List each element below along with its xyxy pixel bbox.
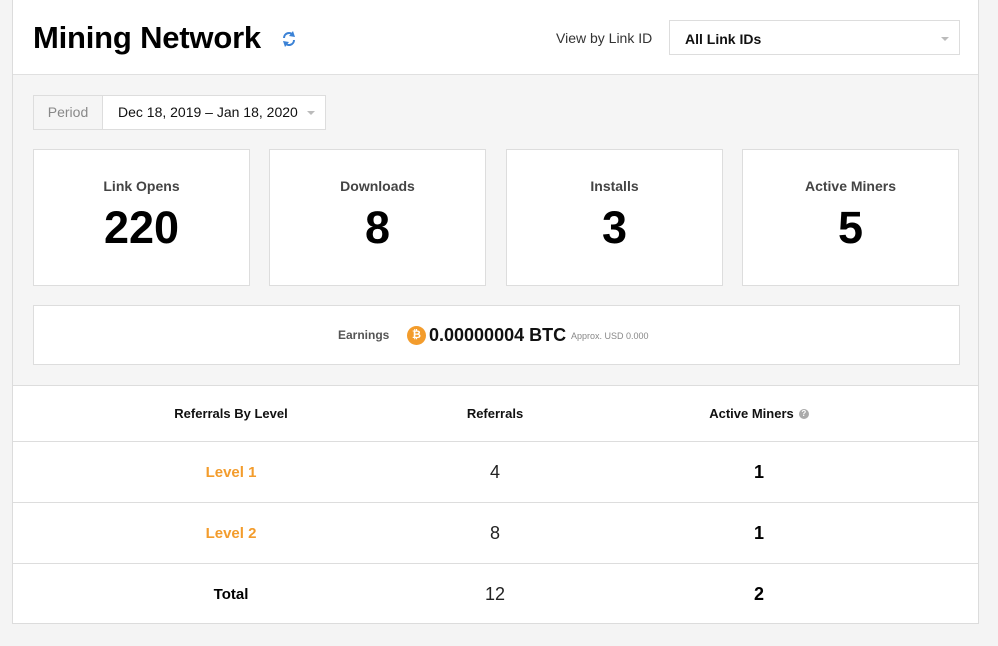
stat-card-installs: Installs 3 — [506, 149, 723, 286]
link-id-select[interactable]: All Link IDs — [669, 20, 960, 55]
level-cell: Level 1 — [131, 442, 331, 502]
earnings-card: Earnings ₿ 0.00000004 BTC Approx. USD 0.… — [33, 305, 960, 365]
stat-value: 8 — [364, 202, 391, 253]
level-cell: Level 2 — [131, 503, 331, 563]
mining-network-panel: Mining Network View by Link ID All Link … — [12, 0, 979, 624]
stat-label: Active Miners — [804, 178, 897, 194]
active-miners-cell: 1 — [753, 461, 764, 482]
chevron-down-icon — [941, 37, 949, 41]
header-active-miners-label: Active Miners — [709, 406, 794, 421]
active-miners-cell: 1 — [753, 522, 764, 543]
view-by-link-id-label: View by Link ID — [556, 30, 653, 46]
bitcoin-icon: ₿ — [407, 326, 426, 345]
header: Mining Network View by Link ID All Link … — [13, 0, 978, 75]
stat-card-link-opens: Link Opens 220 — [33, 149, 250, 286]
stat-label: Downloads — [340, 178, 415, 194]
stat-label: Installs — [590, 178, 639, 194]
referrals-table: Referrals By Level Referrals Active Mine… — [13, 385, 978, 623]
stat-card-downloads: Downloads 8 — [269, 149, 486, 286]
table-row: Level 1 4 1 — [13, 442, 978, 503]
header-referrals-by-level: Referrals By Level — [174, 406, 288, 421]
help-icon[interactable]: ? — [798, 408, 809, 419]
period-select[interactable]: Period Dec 18, 2019 – Jan 18, 2020 — [33, 95, 326, 130]
table-total-row: Total 12 2 — [13, 564, 978, 625]
referrals-cell: 8 — [489, 522, 500, 543]
total-active-miners: 2 — [753, 584, 764, 604]
level-link[interactable]: Level 1 — [206, 464, 257, 481]
earnings-value: 0.00000004 BTC — [429, 325, 567, 345]
stat-value: 3 — [601, 202, 628, 253]
period-value: Dec 18, 2019 – Jan 18, 2020 — [118, 104, 298, 120]
level-link[interactable]: Level 2 — [206, 525, 257, 542]
stat-value: 220 — [103, 202, 180, 253]
table-row: Level 2 8 1 — [13, 503, 978, 564]
header-referrals: Referrals — [466, 406, 524, 421]
refresh-icon[interactable] — [279, 29, 299, 49]
total-referrals: 12 — [484, 584, 506, 604]
table-header-row: Referrals By Level Referrals Active Mine… — [13, 386, 978, 442]
period-label: Period — [34, 96, 103, 129]
total-label: Total — [213, 586, 249, 603]
stat-card-active-miners: Active Miners 5 — [742, 149, 959, 286]
earnings-label: Earnings — [338, 328, 390, 342]
referrals-cell: 4 — [489, 461, 500, 482]
page-title: Mining Network — [33, 20, 261, 55]
link-id-select-value: All Link IDs — [685, 31, 762, 47]
chevron-down-icon — [307, 111, 315, 115]
stat-label: Link Opens — [103, 178, 180, 194]
earnings-usd-approx: Approx. USD 0.000 — [571, 331, 649, 341]
stat-value: 5 — [837, 202, 864, 253]
header-active-miners: Active Miners ? — [659, 386, 859, 441]
